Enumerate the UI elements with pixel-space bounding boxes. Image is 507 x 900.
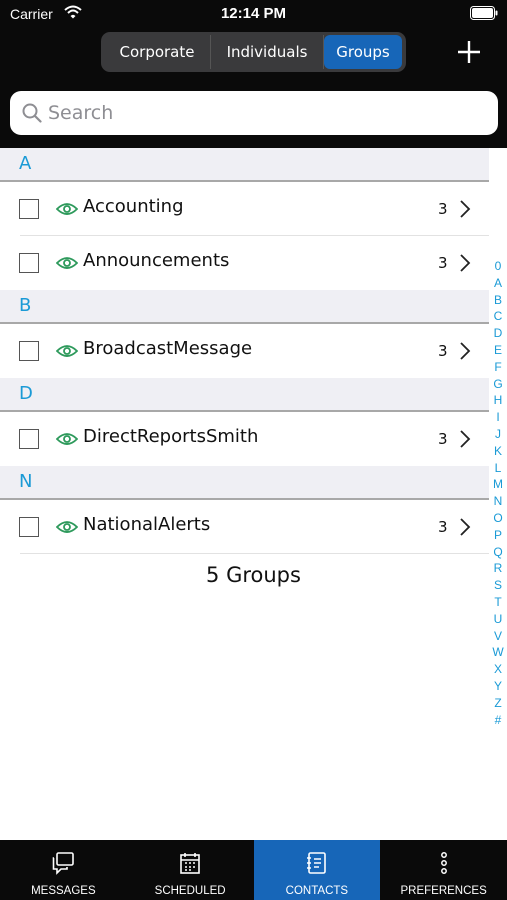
index-letter[interactable]: E (494, 342, 502, 359)
status-bar: Carrier 12:14 PM (0, 0, 507, 30)
section-header-d: D (0, 378, 489, 412)
index-letter[interactable]: H (494, 392, 503, 409)
messages-icon (53, 852, 75, 875)
group-row-broadcastmessage[interactable]: BroadcastMessage 3 (0, 324, 489, 378)
index-letter[interactable]: L (495, 460, 502, 477)
index-letter[interactable]: D (494, 325, 503, 342)
member-count: 3 (438, 342, 448, 360)
member-count: 3 (438, 254, 448, 272)
chevron-right-icon[interactable] (459, 341, 471, 361)
group-name: NationalAlerts (83, 514, 211, 535)
section-letter: B (19, 295, 32, 316)
contact-type-segmented-control: Corporate Individuals Groups (101, 32, 406, 72)
more-vertical-icon (440, 852, 447, 874)
index-letter[interactable]: U (494, 611, 503, 628)
alphabet-index[interactable]: 0 A B C D E F G H I J K L M N O P Q R S T U V W X Y Z # (489, 258, 507, 728)
search-bar (10, 91, 498, 135)
segment-groups[interactable]: Groups (324, 35, 402, 69)
select-checkbox[interactable] (19, 341, 39, 361)
index-letter[interactable]: I (496, 409, 499, 426)
eye-icon (56, 433, 78, 445)
chevron-right-icon[interactable] (459, 517, 471, 537)
add-icon[interactable] (455, 38, 483, 66)
tab-contacts[interactable]: CONTACTS (253, 840, 381, 900)
section-letter: D (19, 383, 33, 404)
status-time: 12:14 PM (220, 5, 287, 22)
index-letter[interactable]: W (492, 644, 503, 661)
group-row-nationalalerts[interactable]: NationalAlerts 3 (0, 500, 489, 554)
index-letter[interactable]: K (494, 443, 502, 460)
section-header-a: A (0, 148, 489, 182)
member-count: 3 (438, 200, 448, 218)
select-checkbox[interactable] (19, 253, 39, 273)
index-letter[interactable]: C (494, 308, 503, 325)
index-letter[interactable]: R (494, 560, 503, 577)
group-name: Accounting (83, 196, 184, 217)
search-icon (22, 103, 42, 123)
group-name: Announcements (83, 250, 230, 271)
select-checkbox[interactable] (19, 517, 39, 537)
index-letter[interactable]: B (494, 292, 502, 309)
index-letter[interactable]: 0 (495, 258, 502, 275)
index-letter[interactable]: G (493, 376, 502, 393)
tab-label: PREFERENCES (400, 885, 487, 897)
chevron-right-icon[interactable] (459, 253, 471, 273)
member-count: 3 (438, 430, 448, 448)
group-row-announcements[interactable]: Announcements 3 (0, 236, 489, 290)
index-letter[interactable]: S (494, 577, 502, 594)
section-letter: A (19, 153, 32, 174)
group-row-directreportssmith[interactable]: DirectReportsSmith 3 (0, 412, 489, 466)
group-name: BroadcastMessage (83, 338, 253, 359)
tab-label: CONTACTS (285, 885, 349, 897)
group-name: DirectReportsSmith (83, 426, 259, 447)
section-letter: N (19, 471, 33, 492)
select-checkbox[interactable] (19, 429, 39, 449)
section-header-n: N (0, 466, 489, 500)
top-header: Carrier 12:14 PM Corporate Individuals G… (0, 0, 507, 148)
tab-bar: MESSAGES SCHEDULED CONTACTS PREFERENCES (0, 840, 507, 900)
index-letter[interactable]: # (495, 712, 502, 729)
segment-individuals[interactable]: Individuals (210, 35, 324, 69)
member-count: 3 (438, 518, 448, 536)
contacts-icon (306, 852, 326, 874)
tab-preferences[interactable]: PREFERENCES (380, 840, 507, 900)
select-checkbox[interactable] (19, 199, 39, 219)
eye-icon (56, 203, 78, 215)
eye-icon (56, 345, 78, 357)
index-letter[interactable]: M (493, 476, 503, 493)
tab-scheduled[interactable]: SCHEDULED (127, 840, 254, 900)
tab-label: SCHEDULED (154, 885, 226, 897)
index-letter[interactable]: T (494, 594, 501, 611)
chevron-right-icon[interactable] (459, 429, 471, 449)
index-letter[interactable]: X (494, 661, 502, 678)
index-letter[interactable]: F (494, 359, 501, 376)
segment-corporate[interactable]: Corporate (104, 35, 210, 69)
eye-icon (56, 257, 78, 269)
groups-list: A Accounting 3 Announcements 3 B Broadca… (0, 148, 489, 554)
group-row-accounting[interactable]: Accounting 3 (0, 182, 489, 236)
index-letter[interactable]: Y (494, 678, 502, 695)
tab-messages[interactable]: MESSAGES (0, 840, 127, 900)
groups-count-label: 5 Groups (206, 563, 301, 587)
chevron-right-icon[interactable] (459, 199, 471, 219)
tab-label: MESSAGES (31, 885, 96, 897)
index-letter[interactable]: Z (494, 695, 501, 712)
index-letter[interactable]: P (494, 527, 502, 544)
section-header-b: B (0, 290, 489, 324)
index-letter[interactable]: O (493, 510, 502, 527)
search-input[interactable] (48, 97, 488, 129)
index-letter[interactable]: Q (493, 544, 502, 561)
index-letter[interactable]: J (495, 426, 501, 443)
calendar-icon (180, 853, 200, 874)
index-letter[interactable]: V (494, 628, 502, 645)
battery-icon (470, 6, 498, 20)
index-letter[interactable]: N (494, 493, 503, 510)
app-screen: Carrier 12:14 PM Corporate Individuals G… (0, 0, 507, 900)
index-letter[interactable]: A (494, 275, 502, 292)
eye-icon (56, 521, 78, 533)
